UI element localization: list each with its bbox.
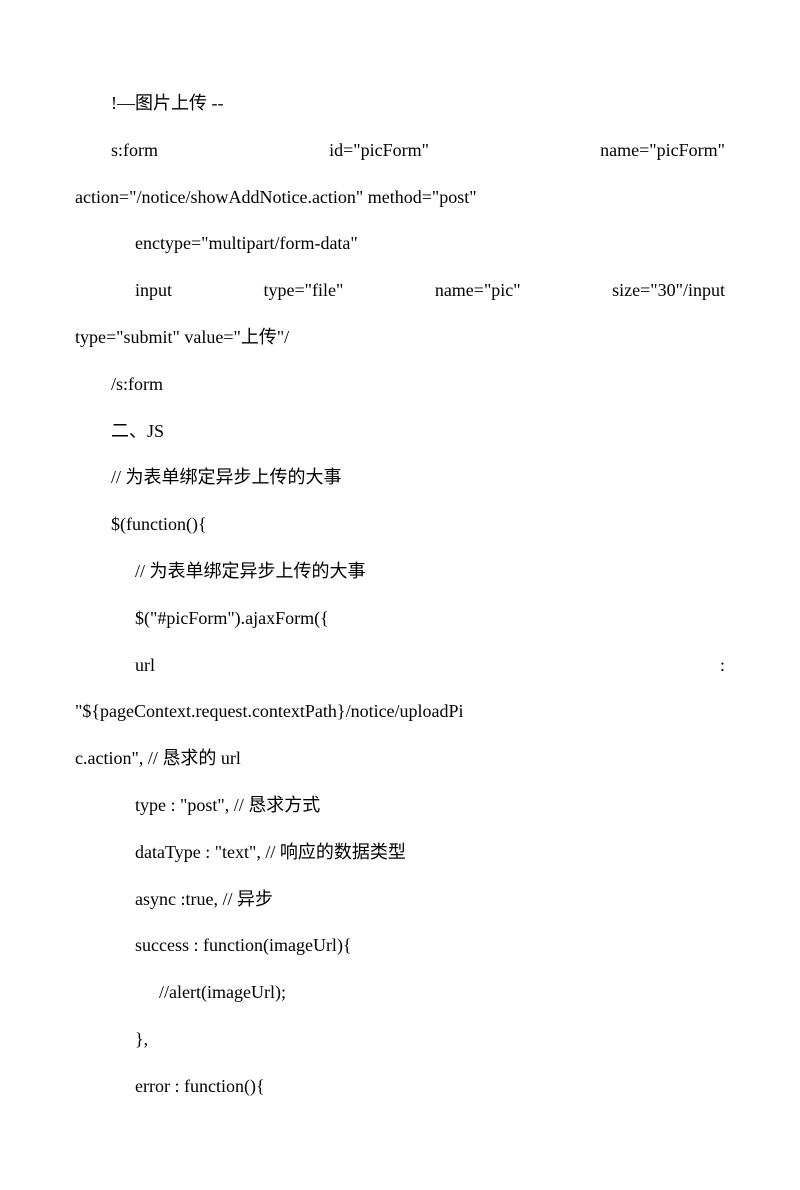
document-page: !—图片上传 -- s:form id="picForm" name="picF… xyxy=(0,0,800,1190)
code-text: s:form xyxy=(111,127,158,174)
code-line: input type="file" name="pic" size="30"/i… xyxy=(75,267,725,314)
code-line: url : xyxy=(75,642,725,689)
code-text: type="file" xyxy=(264,267,344,314)
code-line: type : "post", // 恳求方式 xyxy=(75,782,725,829)
code-line: $(function(){ xyxy=(75,501,725,548)
code-comment: // 为表单绑定异步上传的大事 xyxy=(75,548,725,595)
code-text: url xyxy=(135,642,155,689)
code-line: action="/notice/showAddNotice.action" me… xyxy=(75,174,725,221)
code-line: s:form id="picForm" name="picForm" xyxy=(75,127,725,174)
code-line: enctype="multipart/form-data" xyxy=(75,220,725,267)
code-line: dataType : "text", // 响应的数据类型 xyxy=(75,829,725,876)
code-line: success : function(imageUrl){ xyxy=(75,922,725,969)
section-heading: 二、JS xyxy=(75,408,725,455)
code-line: async :true, // 异步 xyxy=(75,876,725,923)
code-text: : xyxy=(720,642,725,689)
code-line: "${pageContext.request.contextPath}/noti… xyxy=(75,688,725,735)
code-line: c.action", // 恳求的 url xyxy=(75,735,725,782)
code-line: $("#picForm").ajaxForm({ xyxy=(75,595,725,642)
code-text: input xyxy=(135,267,172,314)
code-line: !—图片上传 -- xyxy=(75,80,725,127)
code-comment: // 为表单绑定异步上传的大事 xyxy=(75,454,725,501)
code-line: type="submit" value="上传"/ xyxy=(75,314,725,361)
code-text: name="pic" xyxy=(435,267,521,314)
code-line: /s:form xyxy=(75,361,725,408)
code-text: size="30"/input xyxy=(612,267,725,314)
code-text: id="picForm" xyxy=(329,127,429,174)
code-line: error : function(){ xyxy=(75,1063,725,1110)
code-comment: //alert(imageUrl); xyxy=(75,969,725,1016)
code-text: name="picForm" xyxy=(600,127,725,174)
code-line: }, xyxy=(75,1016,725,1063)
